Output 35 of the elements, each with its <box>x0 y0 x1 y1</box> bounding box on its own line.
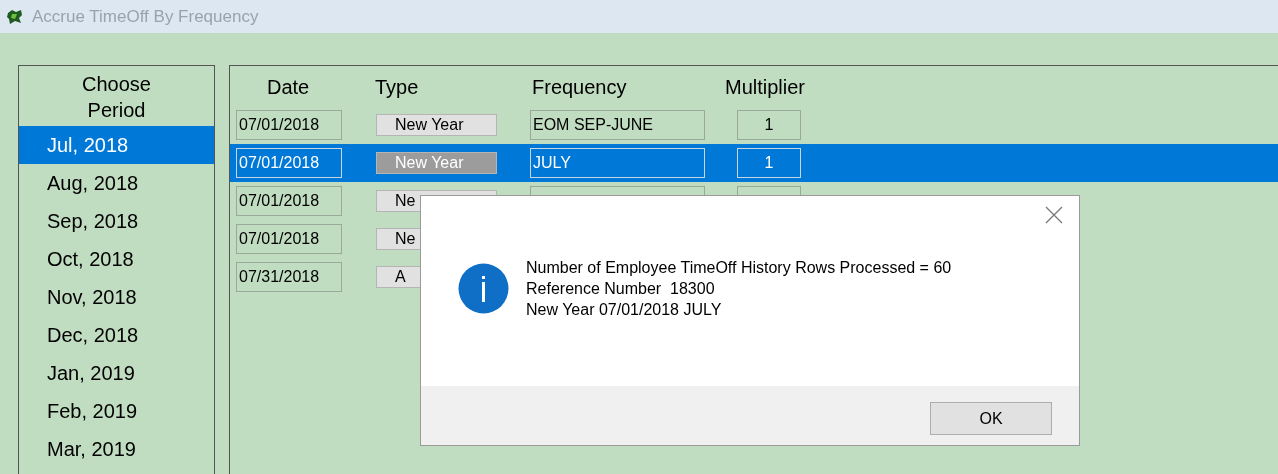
frequency-field[interactable]: EOM SEP-JUNE <box>530 110 705 140</box>
panel-heading: Period <box>87 98 146 123</box>
window-title: Accrue TimeOff By Frequency <box>32 5 259 28</box>
period-item[interactable]: Mar, 2019 <box>19 430 214 468</box>
date-field[interactable]: 07/31/2018 <box>236 262 342 292</box>
message-text: Reference Number 18300 <box>526 278 716 299</box>
table-row[interactable]: 07/01/2018 New Year EOM SEP-JUNE 1 <box>230 106 1278 144</box>
multiplier-field[interactable]: 1 <box>737 110 801 140</box>
period-item[interactable]: Feb, 2019 <box>19 392 214 430</box>
date-field[interactable]: 07/01/2018 <box>236 224 342 254</box>
period-item[interactable]: Sep, 2018 <box>19 202 214 240</box>
period-item[interactable]: Jan, 2019 <box>19 354 214 392</box>
message-text: New Year 07/01/2018 JULY <box>526 299 723 320</box>
table-row[interactable]: 07/01/2018 New Year JULY 1 <box>230 144 1278 182</box>
period-item[interactable]: Oct, 2018 <box>19 240 214 278</box>
column-header: Multiplier <box>725 75 806 100</box>
period-item[interactable]: Jul, 2018 <box>19 126 214 164</box>
date-field[interactable]: 07/01/2018 <box>236 110 342 140</box>
column-header: Frequency <box>532 75 628 100</box>
date-field[interactable]: 07/01/2018 <box>236 148 342 178</box>
column-header: Date <box>267 75 311 100</box>
column-header: Type <box>375 75 420 100</box>
ok-button[interactable]: OK <box>930 402 1052 435</box>
period-item[interactable]: Dec, 2018 <box>19 316 214 354</box>
panel-heading: Choose <box>82 72 151 97</box>
info-icon <box>458 262 509 314</box>
app-logo-icon <box>6 8 24 25</box>
period-item[interactable]: Aug, 2018 <box>19 164 214 202</box>
message-text: Number of Employee TimeOff History Rows Processed = 60 <box>526 257 952 278</box>
frequency-field[interactable]: JULY <box>530 148 705 178</box>
multiplier-field[interactable]: 1 <box>737 148 801 178</box>
date-field[interactable]: 07/01/2018 <box>236 186 342 216</box>
period-item[interactable]: Nov, 2018 <box>19 278 214 316</box>
close-icon[interactable] <box>1045 206 1063 224</box>
type-button[interactable]: New Year <box>376 114 497 136</box>
